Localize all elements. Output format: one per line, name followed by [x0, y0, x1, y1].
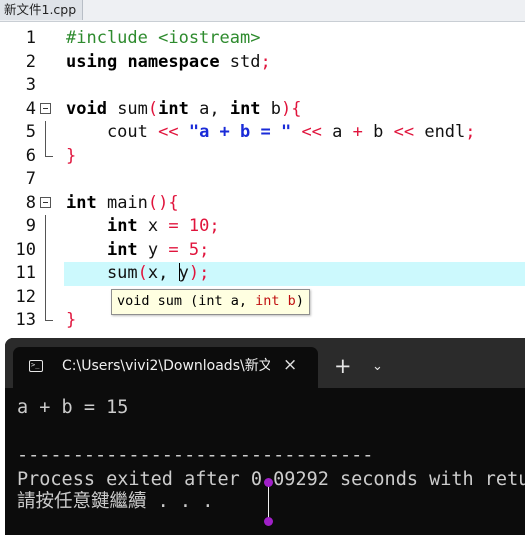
fold-guide — [45, 121, 46, 145]
code-line: 7 — [0, 168, 525, 192]
new-tab-icon[interactable]: + — [334, 355, 352, 377]
line-number: 11 — [15, 263, 36, 283]
file-tab[interactable]: 新文件1.cpp — [0, 0, 84, 20]
line-number: 3 — [25, 75, 36, 95]
punctuation: ){ — [281, 98, 302, 119]
keyword: int — [158, 98, 189, 119]
string-literal: "a + b = " — [178, 122, 292, 142]
cursor-marker-top — [264, 478, 273, 487]
editor-tab-strip: 新文件1.cpp — [0, 0, 525, 21]
cursor-marker-bottom — [264, 517, 273, 526]
code-line: 8 int main(){ — [0, 192, 525, 216]
identifier: cout — [66, 122, 159, 142]
keyword: int — [106, 239, 138, 260]
code-line: 6 } — [0, 144, 525, 169]
code-line: 2 using namespace std; — [0, 51, 525, 75]
punctuation: ; — [260, 51, 271, 72]
terminal-tab-title: C:\Users\vivi2\Downloads\新文件1.exe — [62, 358, 270, 374]
punctuation: } — [66, 310, 77, 330]
operator: = — [168, 216, 179, 236]
terminal-tab[interactable]: >_ C:\Users\vivi2\Downloads\新文件1.exe × — [13, 347, 318, 388]
operator: = — [168, 239, 179, 260]
code-line: 3 — [0, 74, 525, 98]
parameter: a, — [188, 98, 230, 119]
tooltip-signature: void sum (int a, — [117, 293, 256, 309]
punctuation: ; — [199, 239, 210, 260]
fold-guide — [45, 285, 46, 309]
code-line: 4 void sum(int a, int b){ — [0, 98, 525, 122]
parameter: b — [260, 98, 282, 119]
identifier: b — [362, 122, 394, 142]
operator: << — [291, 122, 322, 142]
line-number: 1 — [25, 28, 36, 48]
operator: << — [158, 122, 179, 142]
function-name: main — [96, 192, 148, 213]
line-number: 8 — [25, 192, 36, 213]
line-number: 2 — [25, 51, 36, 72]
output-line: a + b = 15 — [17, 397, 129, 418]
fold-guide — [45, 262, 46, 286]
code-line: 9 int x = 10; — [0, 215, 525, 239]
tooltip-active-parameter: int b — [255, 293, 296, 309]
line-number: 6 — [25, 145, 36, 166]
keyword: namespace — [127, 51, 220, 72]
output-line: 請按任意鍵繼續 . . . — [17, 491, 214, 512]
identifier: endl — [414, 122, 466, 142]
keyword: void — [66, 98, 107, 119]
keyword: using — [66, 51, 118, 72]
keyword: int — [66, 192, 97, 213]
current-code-line: 11 sum(x, y); — [0, 262, 525, 286]
fold-toggle-icon[interactable] — [40, 196, 51, 208]
command-prompt-icon: >_ — [29, 360, 43, 372]
tooltip-signature-end: ) — [295, 293, 304, 309]
fold-guide — [45, 215, 46, 239]
line-number: 5 — [25, 122, 36, 142]
fold-end-guide — [45, 309, 53, 321]
operator: << — [393, 122, 415, 142]
operator: + — [352, 122, 363, 142]
keyword: int — [229, 98, 261, 119]
punctuation: (){ — [147, 192, 179, 213]
terminal-title-bar: >_ C:\Users\vivi2\Downloads\新文件1.exe × +… — [5, 338, 525, 388]
number-literal: 10 — [178, 216, 210, 236]
punctuation: } — [66, 145, 77, 166]
number-literal: 5 — [178, 239, 200, 260]
argument: x, — [147, 263, 179, 283]
line-number: 4 — [25, 98, 36, 119]
punctuation: ( — [137, 263, 148, 283]
line-number: 7 — [25, 169, 36, 189]
identifier: a — [321, 122, 353, 142]
identifier: std — [219, 51, 261, 72]
punctuation: ; — [465, 122, 476, 142]
signature-tooltip: void sum (int a, int b) — [111, 289, 310, 315]
punctuation: ); — [188, 263, 210, 283]
line-number: 10 — [15, 239, 36, 260]
close-tab-icon[interactable]: × — [283, 355, 297, 375]
identifier: x — [137, 216, 169, 236]
code-line: 5 cout << "a + b = " << a + b << endl; — [0, 121, 525, 145]
punctuation: ; — [209, 216, 220, 236]
line-number: 13 — [15, 310, 36, 330]
fold-guide — [45, 238, 46, 262]
fold-toggle-icon[interactable] — [40, 102, 51, 114]
line-number: 9 — [25, 216, 36, 236]
code-line: 10 int y = 5; — [0, 238, 525, 262]
punctuation: ( — [147, 98, 159, 119]
line-number: 12 — [15, 286, 36, 307]
terminal-window[interactable]: >_ C:\Users\vivi2\Downloads\新文件1.exe × +… — [5, 338, 525, 535]
function-call: sum — [66, 263, 138, 283]
identifier: y — [137, 239, 169, 260]
preprocessor-directive: #include <iostream> — [66, 28, 261, 48]
function-name: sum — [106, 98, 148, 119]
keyword: int — [106, 216, 138, 236]
output-separator: -------------------------------- — [17, 445, 374, 466]
chevron-down-icon[interactable]: ⌄ — [372, 357, 383, 377]
code-line: 1 #include <iostream> — [0, 27, 525, 51]
argument: y — [178, 263, 189, 283]
fold-end-guide — [45, 144, 53, 157]
